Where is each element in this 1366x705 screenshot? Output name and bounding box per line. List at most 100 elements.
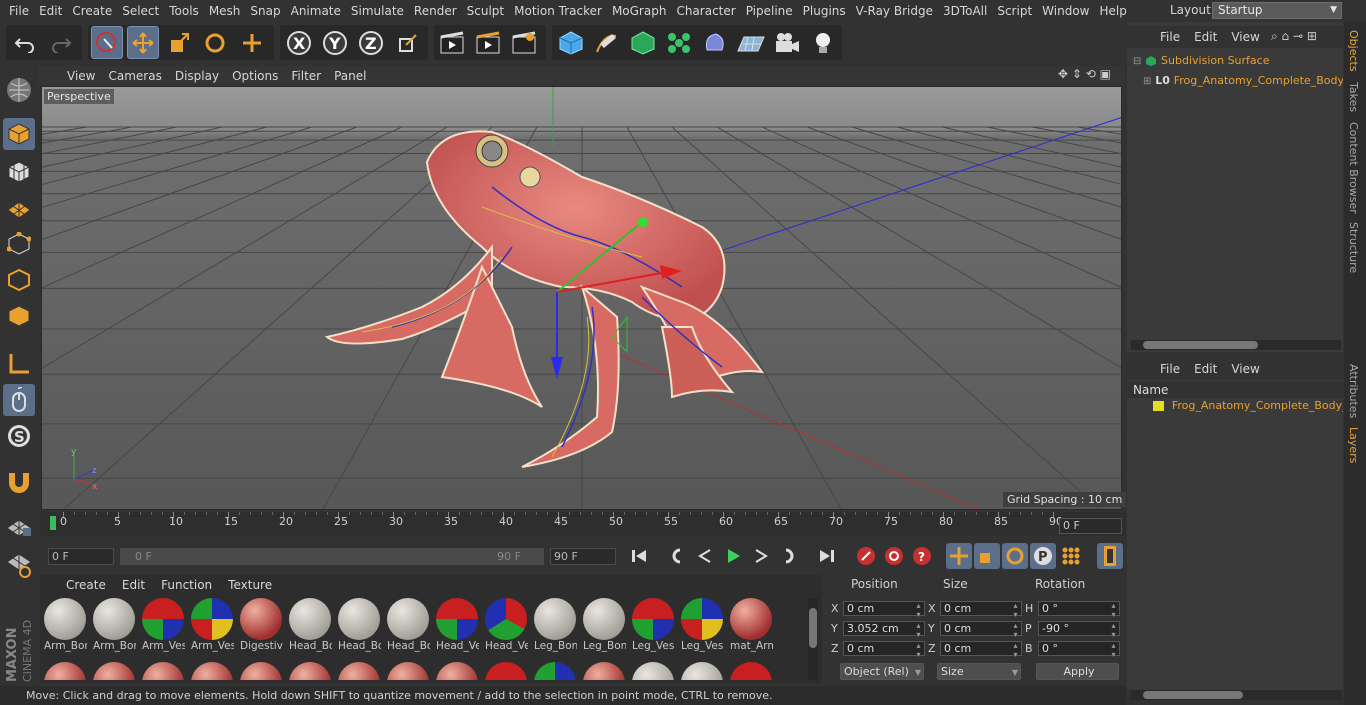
object-hscrollbar[interactable] [1131,340,1341,350]
layers-menu-view[interactable]: View [1224,362,1266,376]
menu-mograph[interactable]: MoGraph [607,4,672,18]
make-editable-icon[interactable] [3,74,35,106]
tab-attributes[interactable]: Attributes [1347,364,1360,418]
material-menu-edit[interactable]: Edit [114,578,153,592]
rotation-h-field[interactable]: 0 ° ▴▾ [1038,601,1120,619]
magnet-icon[interactable] [3,466,35,498]
spinner-icon[interactable]: ▴▾ [1011,621,1020,639]
live-selection-icon[interactable] [91,26,123,59]
menu-3dtoall[interactable]: 3DToAll [938,4,992,18]
material-swatch[interactable] [287,662,332,680]
menu-snap[interactable]: Snap [245,4,285,18]
play-icon[interactable] [720,543,746,569]
material-swatch[interactable]: Head_Bo [287,598,332,652]
render-picture-viewer-icon[interactable] [472,26,504,59]
floor-icon[interactable] [735,26,767,59]
size-z-field[interactable]: 0 cm ▴▾ [940,641,1022,659]
menu-character[interactable]: Character [671,4,740,18]
objects-menu-edit[interactable]: Edit [1187,30,1224,44]
layout-select[interactable]: Startup ▼ [1212,2,1342,19]
material-swatch[interactable] [532,662,577,680]
layers-menu-file[interactable]: File [1153,362,1187,376]
menu-tools[interactable]: Tools [164,4,204,18]
coordinate-mode-select[interactable]: Object (Rel) ▼ [840,663,924,680]
material-menu-texture[interactable]: Texture [220,578,280,592]
material-swatch[interactable] [679,662,724,680]
size-x-field[interactable]: 0 cm ▴▾ [940,601,1022,619]
menu-mesh[interactable]: Mesh [204,4,246,18]
menu-create[interactable]: Create [67,4,117,18]
undo-icon[interactable] [9,26,41,59]
model-mode-icon[interactable] [3,118,35,150]
redo-icon[interactable] [45,26,77,59]
menu-pipeline[interactable]: Pipeline [741,4,798,18]
key-pla-icon[interactable] [1058,543,1084,569]
material-swatch[interactable]: Arm_Ves [189,598,234,652]
x-axis-icon[interactable]: X [283,26,315,59]
keyframe-selection-icon[interactable]: ? [909,543,935,569]
position-y-field[interactable]: 3.052 cm ▴▾ [843,621,925,639]
material-swatch[interactable]: Arm_Bor [91,598,136,652]
menu-motion-tracker[interactable]: Motion Tracker [509,4,607,18]
spinner-icon[interactable]: ▴▾ [1011,601,1020,619]
material-swatch[interactable]: mat_Arm [728,598,773,652]
viewport-menu-filter[interactable]: Filter [286,69,329,83]
objects-menu-file[interactable]: File [1153,30,1187,44]
tab-structure[interactable]: Structure [1347,222,1360,273]
menu-sculpt[interactable]: Sculpt [462,4,509,18]
material-swatch[interactable]: Head_Ve [483,598,528,652]
render-view-icon[interactable] [436,26,468,59]
material-swatch[interactable]: Arm_Ves [140,598,185,652]
material-swatch[interactable] [434,662,479,680]
viewport-menu-cameras[interactable]: Cameras [103,69,169,83]
next-key-icon[interactable] [776,543,802,569]
objects-menu-view[interactable]: View [1224,30,1266,44]
start-frame-field[interactable]: 0 F [48,548,114,565]
material-scrollbar[interactable] [808,598,818,680]
material-swatch[interactable]: Leg_Ves [630,598,675,652]
spinner-icon[interactable]: ▴▾ [1109,621,1118,639]
points-mode-icon[interactable] [3,228,35,260]
material-swatch[interactable] [728,662,773,680]
go-to-end-icon[interactable] [814,543,840,569]
material-swatch[interactable] [630,662,675,680]
light-icon[interactable] [807,26,839,59]
scale-icon[interactable] [163,26,195,59]
key-position-icon[interactable] [946,543,972,569]
timeline[interactable]: 0 5 10 15 20 25 30 35 40 45 50 55 60 65 70 75 80 85 90 [40,512,1126,536]
next-frame-icon[interactable] [748,543,774,569]
viewport-menu-view[interactable]: View [62,69,103,83]
material-swatch[interactable]: Leg_Bon [581,598,626,652]
rotate-icon[interactable] [199,26,231,59]
y-axis-icon[interactable]: Y [319,26,351,59]
coordinate-system-icon[interactable] [392,26,424,59]
texture-mode-icon[interactable] [3,156,35,188]
timeline-window-icon[interactable] [1097,543,1123,569]
material-swatch[interactable] [91,662,136,680]
menu-animate[interactable]: Animate [286,4,346,18]
material-swatch[interactable] [42,662,87,680]
viewport-nav-icons[interactable]: ✥ ⇕ ⟲ ▣ [1058,67,1111,81]
material-swatch[interactable]: Leg_Ves [679,598,724,652]
key-parameter-icon[interactable]: P [1030,543,1056,569]
spinner-icon[interactable]: ▴▾ [914,621,923,639]
camera-icon[interactable] [771,26,803,59]
cloner-icon[interactable] [663,26,695,59]
tab-content-browser[interactable]: Content Browser [1347,122,1360,214]
z-axis-icon[interactable]: Z [355,26,387,59]
material-swatch[interactable]: Arm_Bor [42,598,87,652]
layer-color-swatch[interactable] [1153,400,1164,411]
key-scale-icon[interactable] [974,543,1000,569]
viewport-menu-options[interactable]: Options [227,69,286,83]
perspective-viewport[interactable]: y z x [41,86,1122,510]
size-y-field[interactable]: 0 cm ▴▾ [940,621,1022,639]
frame-range-slider[interactable]: 0 F 90 F [120,548,544,565]
workplane-snap-icon[interactable] [3,548,35,580]
tab-takes[interactable]: Takes [1347,82,1360,112]
material-swatch[interactable] [189,662,234,680]
cube-icon[interactable] [555,26,587,59]
spinner-icon[interactable]: ▴▾ [1011,641,1020,659]
spinner-icon[interactable]: ▴▾ [1109,641,1118,659]
menu-script[interactable]: Script [992,4,1037,18]
apply-button[interactable]: Apply [1036,663,1119,680]
